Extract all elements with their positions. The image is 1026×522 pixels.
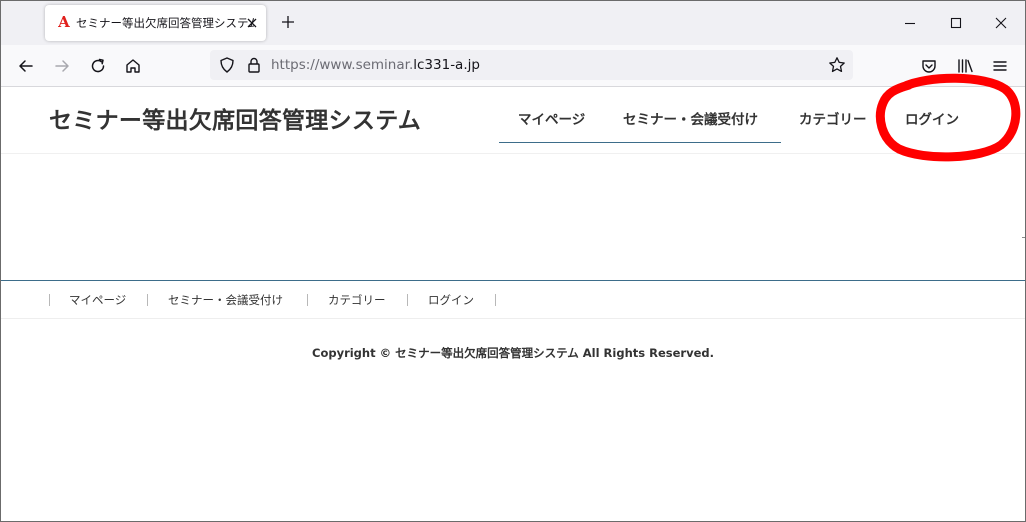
library-icon[interactable] (955, 56, 975, 76)
navigation-toolbar: https://www.seminar.lc331-a.jp (1, 45, 1025, 87)
new-tab-icon[interactable] (279, 13, 297, 31)
tab-title: セミナー等出欠席回答管理システム (76, 16, 254, 30)
footer-nav-separator (407, 294, 408, 306)
url-domain: lc331-a.jp (413, 57, 480, 73)
footer-nav-item-seminar[interactable]: セミナー・会議受付け (168, 293, 283, 307)
scrollbar-edge (1022, 237, 1025, 238)
footer-nav-item-login[interactable]: ログイン (428, 293, 474, 307)
site-header: セミナー等出欠席回答管理システム (1, 87, 1025, 154)
nav-item-mypage[interactable]: マイページ (518, 87, 585, 143)
back-arrow-icon[interactable] (16, 56, 36, 76)
footer-nav: マイページ セミナー・会議受付け カテゴリー ログイン (1, 281, 1025, 319)
close-window-icon[interactable] (992, 14, 1010, 32)
close-tab-icon[interactable] (244, 15, 260, 31)
nav-item-category[interactable]: カテゴリー (799, 87, 867, 143)
tab-strip: A セミナー等出欠席回答管理システム (1, 1, 1025, 45)
footer-nav-separator (49, 294, 50, 306)
footer-nav-separator (147, 294, 148, 306)
address-bar[interactable]: https://www.seminar.lc331-a.jp (210, 50, 853, 80)
url-text[interactable]: https://www.seminar.lc331-a.jp (271, 58, 480, 73)
home-icon[interactable] (123, 56, 143, 76)
site-title[interactable]: セミナー等出欠席回答管理システム (49, 107, 421, 135)
copyright-text: Copyright © セミナー等出欠席回答管理システム All Rights … (312, 346, 714, 360)
footer-nav-separator (307, 294, 308, 306)
web-page: セミナー等出欠席回答管理システム マイページ セミナー・会議受付け カテゴリー … (1, 87, 1025, 521)
bookmark-star-icon[interactable] (827, 55, 847, 75)
lock-icon[interactable] (244, 55, 264, 75)
minimize-icon[interactable] (901, 14, 919, 32)
maximize-icon[interactable] (947, 14, 965, 32)
footer-nav-item-category[interactable]: カテゴリー (328, 293, 386, 307)
nav-item-seminar[interactable]: セミナー・会議受付け (623, 87, 758, 143)
active-nav-underline (499, 142, 781, 143)
footer-nav-item-mypage[interactable]: マイページ (69, 293, 126, 307)
nav-item-login[interactable]: ログイン (905, 87, 959, 143)
pocket-icon[interactable] (919, 56, 939, 76)
browser-window: A セミナー等出欠席回答管理システム https://www.seminar.l… (0, 0, 1026, 522)
site-favicon-icon: A (58, 13, 70, 31)
main-content (1, 154, 1025, 279)
browser-tab[interactable]: A セミナー等出欠席回答管理システム (45, 5, 266, 41)
reload-icon[interactable] (88, 56, 108, 76)
footer-nav-separator (495, 294, 496, 306)
url-prefix: https://www.seminar. (271, 57, 414, 73)
forward-arrow-icon[interactable] (52, 56, 72, 76)
tracking-protection-shield-icon[interactable] (217, 55, 237, 75)
menu-icon[interactable] (990, 56, 1010, 76)
